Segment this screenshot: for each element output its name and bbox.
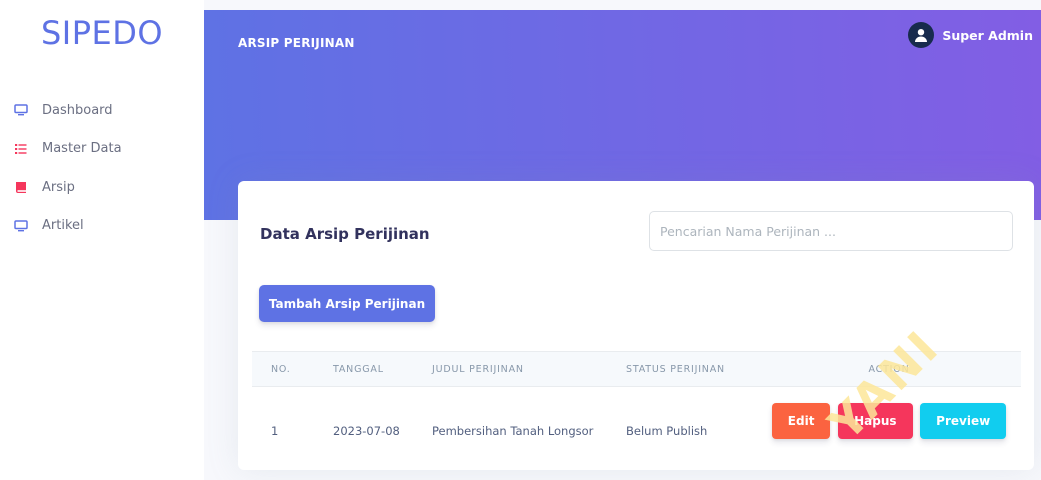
search-input[interactable] [649, 211, 1013, 251]
column-header-no: NO. [252, 351, 314, 387]
column-header-tanggal: TANGGAL [314, 351, 413, 387]
cell-judul: Pembersihan Tanah Longsor [432, 423, 594, 438]
sidebar-item-label: Arsip [42, 179, 75, 195]
sidebar-item-dashboard[interactable]: Dashboard [10, 100, 122, 120]
book-icon [10, 181, 32, 194]
list-icon [10, 143, 32, 155]
sidebar: SIPEDO Dashboard Master Data Arsip Artik… [0, 0, 204, 480]
column-header-status: STATUS PERIJINAN [607, 351, 757, 387]
user-name: Super Admin [942, 27, 1033, 43]
cell-tanggal: 2023-07-08 [333, 423, 400, 438]
page-title: ARSIP PERIJINAN [238, 36, 355, 50]
cell-status: Belum Publish [626, 423, 708, 438]
sidebar-item-label: Dashboard [42, 102, 113, 118]
user-menu[interactable]: Super Admin [908, 22, 1033, 48]
sidebar-item-label: Master Data [42, 141, 122, 156]
sidebar-item-master-data[interactable]: Master Data [10, 139, 122, 159]
sidebar-item-arsip[interactable]: Arsip [10, 177, 122, 197]
sidebar-item-label: Artikel [42, 218, 84, 233]
sidebar-item-artikel[interactable]: Artikel [10, 216, 122, 236]
add-archive-button[interactable]: Tambah Arsip Perijinan [259, 285, 435, 322]
cell-no: 1 [271, 423, 279, 438]
avatar [908, 22, 935, 48]
user-icon [915, 29, 928, 42]
brand-logo[interactable]: SIPEDO [0, 14, 204, 52]
main-content: ARSIP PERIJINAN Super Admin Data Arsip P… [204, 0, 1041, 480]
monitor-icon [10, 104, 32, 116]
sidebar-nav: Dashboard Master Data Arsip Artikel [10, 100, 122, 254]
card-title: Data Arsip Perijinan [260, 225, 430, 243]
monitor-icon [10, 219, 32, 232]
preview-button[interactable]: Preview [920, 402, 1007, 439]
column-header-judul: JUDUL PERIJINAN [413, 351, 607, 387]
